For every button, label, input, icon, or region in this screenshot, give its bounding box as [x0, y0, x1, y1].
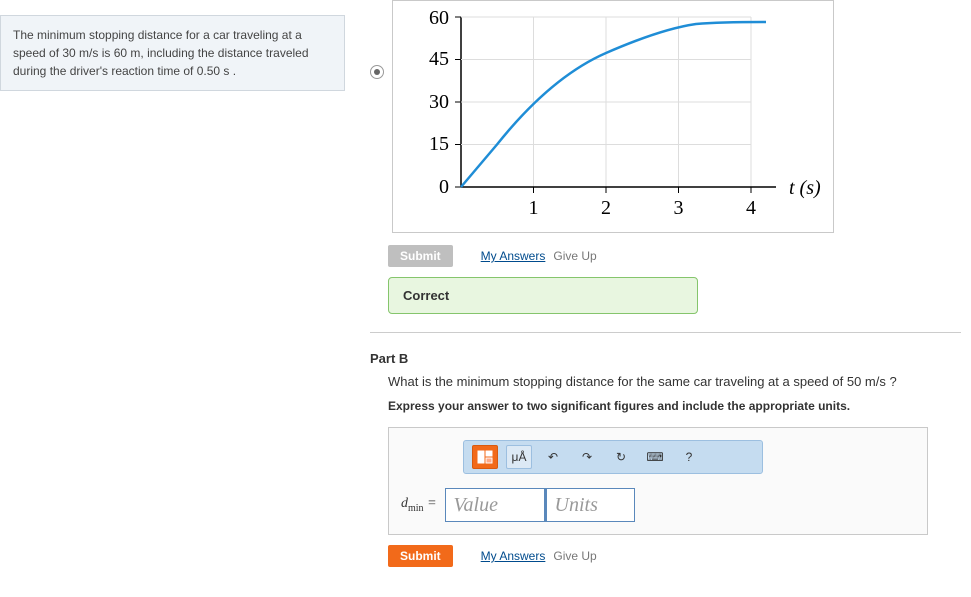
x-tick-3: 3 — [674, 197, 684, 219]
y-tick-4: 60 — [429, 7, 449, 29]
x-tick-1: 1 — [529, 197, 539, 219]
part-b-action-row: Submit My Answers Give Up — [388, 545, 961, 567]
part-b-instruction: Express your answer to two significant f… — [388, 399, 961, 413]
chart-radio-selected[interactable] — [370, 65, 384, 79]
variable-label: dmin = — [401, 496, 437, 514]
x-tick-2: 2 — [601, 197, 611, 219]
chart-option-row: 0 15 30 45 60 1 2 3 4 t (s) — [370, 0, 961, 233]
help-button[interactable]: ? — [676, 445, 702, 469]
units-button[interactable]: μÅ — [506, 445, 532, 469]
y-tick-0: 0 — [439, 176, 449, 198]
answer-input-row: dmin = Value Units — [401, 488, 915, 522]
submit-button-disabled: Submit — [388, 245, 453, 267]
submit-button[interactable]: Submit — [388, 545, 453, 567]
answer-box: μÅ ↶ ↷ ↻ ⌨ ? dmin = Value Units — [388, 427, 928, 535]
my-answers-link-b[interactable]: My Answers — [481, 549, 546, 563]
question-unit: m/s — [865, 374, 886, 389]
chart-svg: 0 15 30 45 60 1 2 3 4 t (s) — [403, 7, 823, 222]
templates-button[interactable] — [472, 445, 498, 469]
undo-button[interactable]: ↶ — [540, 445, 566, 469]
correct-label: Correct — [403, 288, 449, 303]
chart-container: 0 15 30 45 60 1 2 3 4 t (s) — [392, 0, 834, 233]
value-input[interactable]: Value — [445, 488, 545, 522]
part-a-action-row: Submit My Answers Give Up — [388, 245, 961, 267]
problem-text: The minimum stopping distance for a car … — [13, 28, 309, 78]
give-up-link[interactable]: Give Up — [553, 249, 596, 263]
equation-toolbar: μÅ ↶ ↷ ↻ ⌨ ? — [463, 440, 763, 474]
question-suffix: ? — [886, 374, 897, 389]
y-tick-3: 45 — [429, 48, 449, 70]
x-axis-label: t (s) — [789, 177, 821, 199]
part-b-body: What is the minimum stopping distance fo… — [388, 374, 961, 567]
give-up-link-b[interactable]: Give Up — [553, 549, 596, 563]
part-b-question: What is the minimum stopping distance fo… — [388, 374, 961, 389]
part-b-title: Part B — [370, 351, 961, 366]
var-sub: min — [408, 503, 424, 514]
my-answers-link[interactable]: My Answers — [481, 249, 546, 263]
main-content: 0 15 30 45 60 1 2 3 4 t (s) Submit My An… — [360, 0, 971, 597]
problem-statement-panel: The minimum stopping distance for a car … — [0, 15, 345, 91]
redo-button[interactable]: ↷ — [574, 445, 600, 469]
keyboard-button[interactable]: ⌨ — [642, 445, 668, 469]
y-tick-2: 30 — [429, 91, 449, 113]
equals-sign: = — [424, 496, 437, 511]
correct-feedback: Correct — [388, 277, 698, 314]
reset-button[interactable]: ↻ — [608, 445, 634, 469]
units-input[interactable]: Units — [545, 488, 635, 522]
var-d: d — [401, 496, 408, 511]
x-tick-4: 4 — [746, 197, 756, 219]
y-tick-1: 15 — [429, 133, 449, 155]
divider — [370, 332, 961, 333]
question-prefix: What is the minimum stopping distance fo… — [388, 374, 865, 389]
